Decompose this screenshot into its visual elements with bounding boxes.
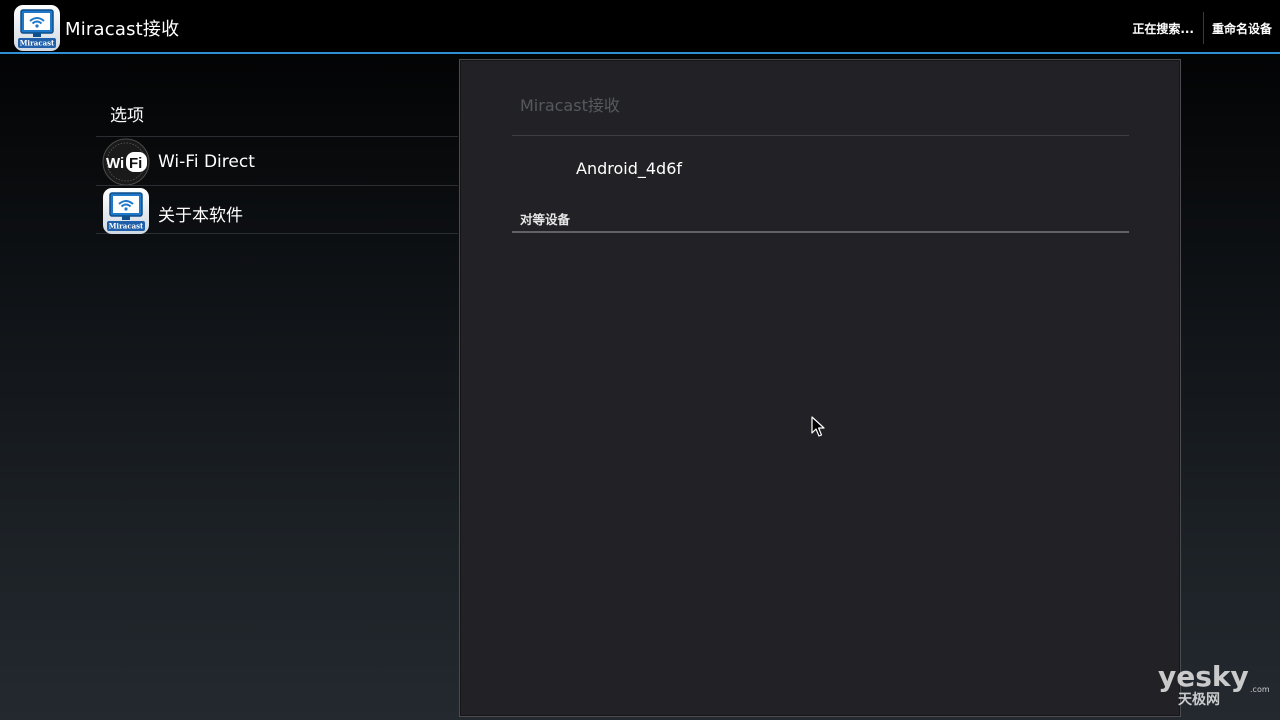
svg-text:Miracast: Miracast: [109, 222, 144, 231]
svg-text:yesky: yesky: [1158, 660, 1249, 693]
svg-text:Wi: Wi: [106, 155, 124, 172]
svg-text:Miracast: Miracast: [20, 39, 55, 48]
yesky-watermark-logo: yesky .com 天极网: [1158, 660, 1270, 708]
header-item-wifi-direct[interactable]: Wi Fi Wi-Fi Direct: [96, 136, 458, 186]
svg-text:天极网: 天极网: [1178, 691, 1220, 708]
action-bar: Miracast Miracast接收 正在搜索... 重命名设备: [0, 0, 1280, 54]
header-item-about[interactable]: Miracast 关于本软件: [96, 185, 458, 234]
header-item-label: 关于本软件: [158, 206, 243, 226]
this-device-name[interactable]: Android_4d6f: [576, 159, 682, 178]
svg-text:Fi: Fi: [129, 155, 142, 172]
mouse-pointer-icon: [811, 416, 825, 437]
details-pane: Miracast接收 Android_4d6f 对等设备: [459, 59, 1181, 717]
pane-title: Miracast接收: [520, 96, 620, 115]
svg-text:.com: .com: [1250, 685, 1270, 694]
action-divider: [1203, 12, 1204, 44]
miracast-app-icon: Miracast: [103, 188, 149, 234]
app-title: Miracast接收: [65, 19, 180, 40]
category-divider: [512, 231, 1129, 233]
peer-devices-category: 对等设备: [520, 212, 571, 227]
options-title: 选项: [110, 106, 144, 126]
divider: [512, 135, 1129, 136]
rename-device-button[interactable]: 重命名设备: [1212, 20, 1272, 37]
header-item-label: Wi-Fi Direct: [158, 152, 255, 172]
miracast-app-icon[interactable]: Miracast: [13, 4, 61, 52]
searching-button[interactable]: 正在搜索...: [1132, 20, 1194, 37]
wifi-logo-icon: Wi Fi: [102, 138, 150, 186]
